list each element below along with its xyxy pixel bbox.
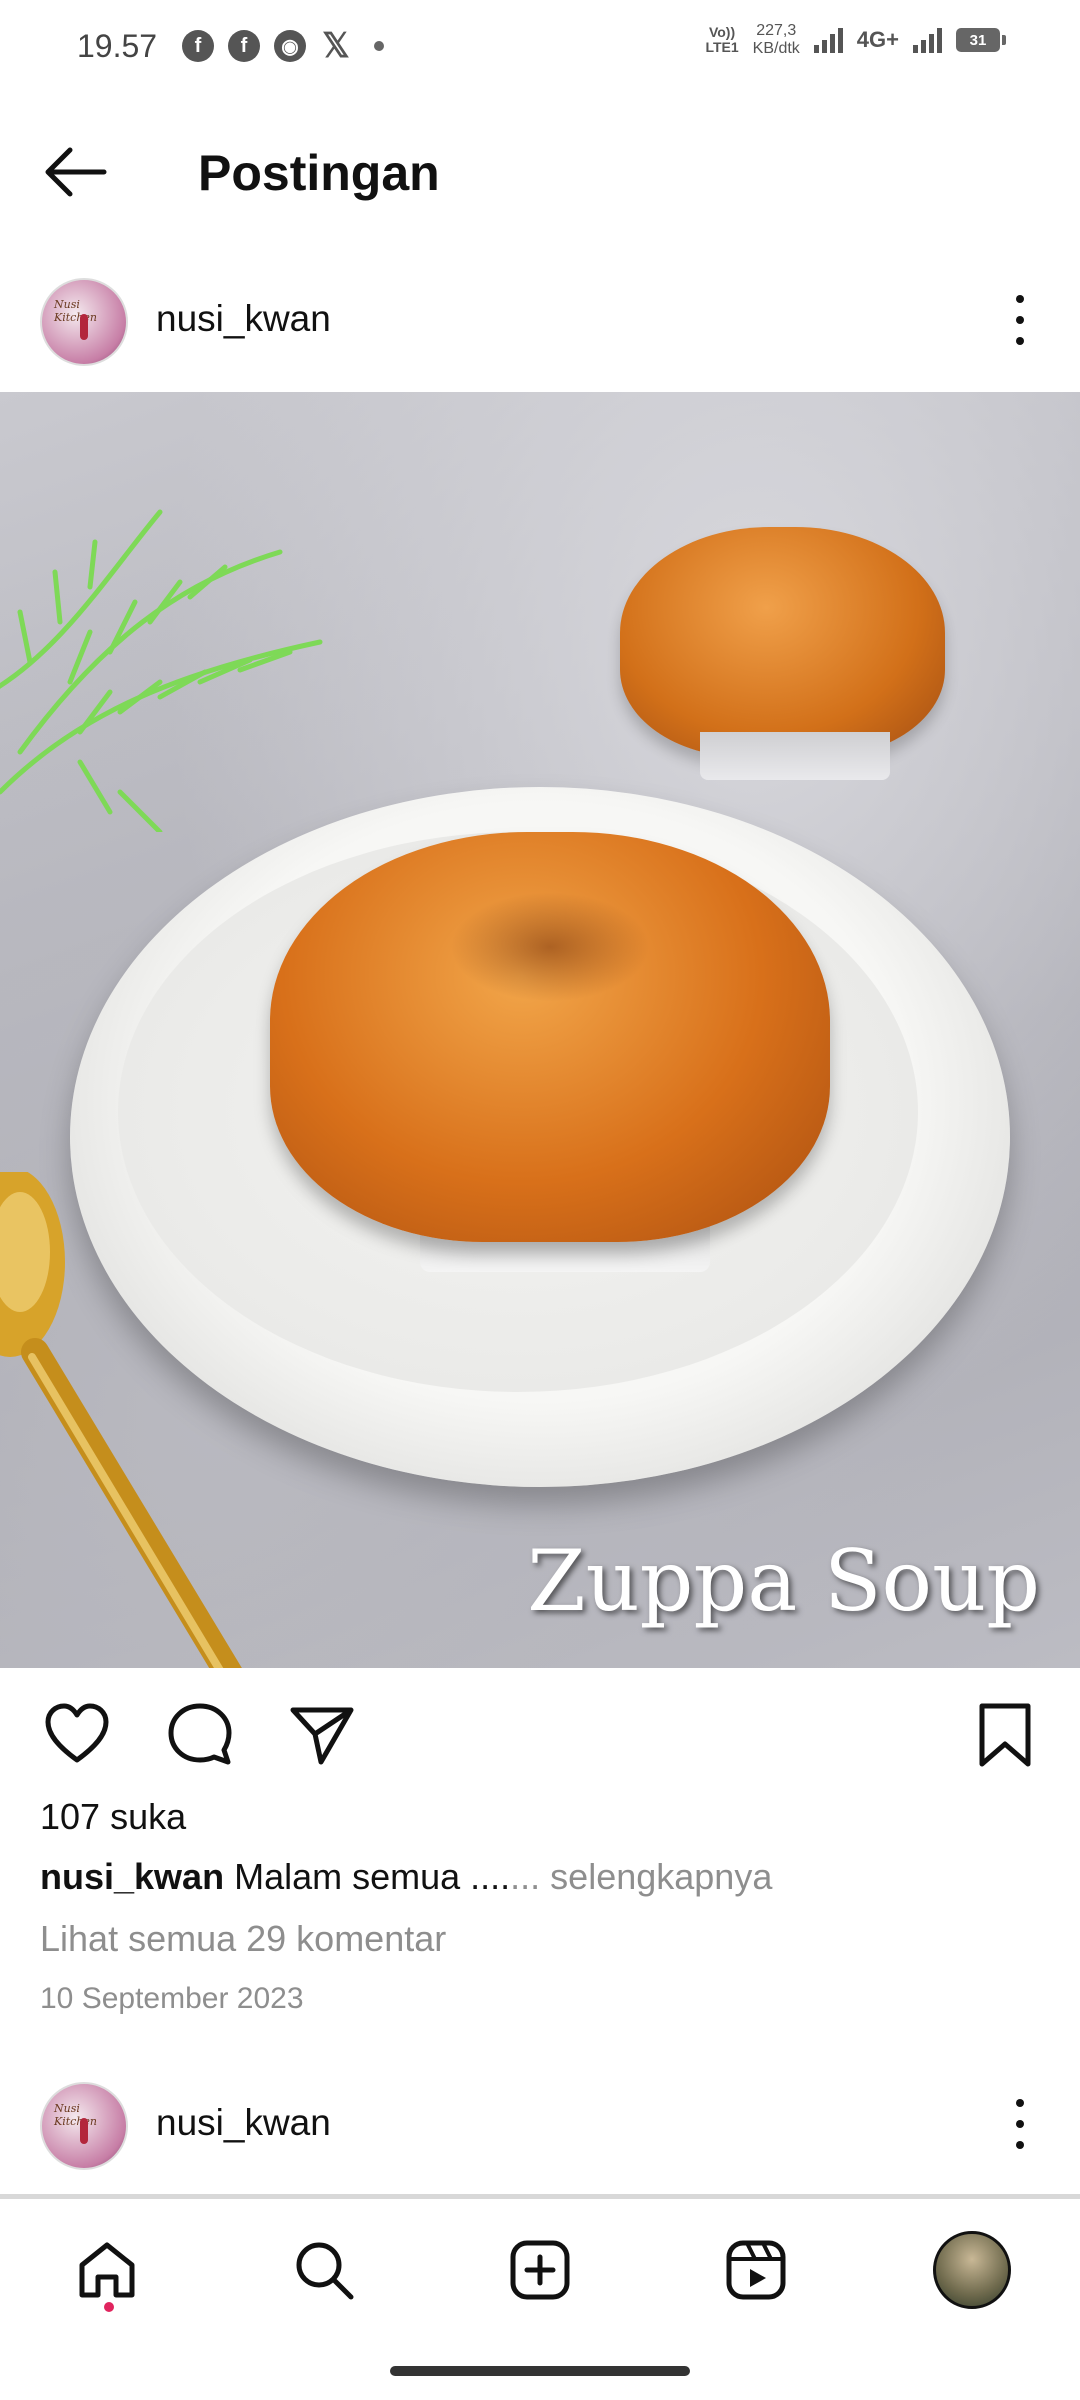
fern-decoration — [0, 509, 323, 832]
gold-spoon — [0, 1172, 242, 1668]
image-caption-text: Zuppa Soup — [527, 1532, 1040, 1630]
nav-divider — [0, 2194, 1080, 2199]
gesture-bar — [390, 2366, 690, 2376]
caption-more-link[interactable]: ... selengkapnya — [510, 1856, 772, 1897]
post-date: 10 September 2023 — [40, 1982, 304, 2015]
system-indicators: Vo)) LTE1 227,3 KB/dtk 4G+ 31 — [705, 22, 1006, 58]
post-username[interactable]: nusi_kwan — [156, 298, 331, 340]
network-type: 4G+ — [856, 27, 899, 52]
bookmark-icon[interactable] — [970, 1700, 1040, 1770]
avatar-logo-text: Nusi Kitchen — [54, 2102, 97, 2128]
notification-dot — [104, 2302, 114, 2312]
top-app-bar: Postingan — [0, 120, 1080, 224]
small-foil-cup — [700, 732, 890, 780]
comment-icon[interactable] — [165, 1700, 235, 1770]
caption-username[interactable]: nusi_kwan — [40, 1856, 224, 1897]
facebook-icon: f — [228, 30, 260, 62]
share-icon[interactable] — [287, 1700, 357, 1770]
more-options-icon[interactable] — [1008, 2092, 1032, 2156]
signal-icon — [913, 27, 942, 53]
x-icon: 𝕏 — [322, 27, 350, 65]
post-actions — [0, 1690, 1080, 1780]
facebook-icon: f — [182, 30, 214, 62]
dot-icon — [374, 41, 384, 51]
network-speed: 227,3 KB/dtk — [752, 22, 800, 57]
reels-icon[interactable] — [716, 2230, 796, 2310]
post-caption: nusi_kwan Malam semua ....... selengkapn… — [40, 1856, 772, 1898]
post-username[interactable]: nusi_kwan — [156, 2102, 331, 2144]
avatar[interactable]: Nusi Kitchen — [40, 278, 128, 366]
caption-text: Malam semua .... — [234, 1856, 511, 1897]
like-count[interactable]: 107 suka — [40, 1796, 186, 1838]
post-header: Nusi Kitchen nusi_kwan — [0, 260, 1080, 380]
post-image[interactable]: Zuppa Soup — [0, 392, 1080, 1668]
notification-icons: f f ◉ 𝕏 — [182, 27, 384, 65]
avatar-figure — [80, 2118, 88, 2144]
search-icon[interactable] — [284, 2230, 364, 2310]
bottom-navigation — [0, 2200, 1080, 2340]
status-time: 19.57 — [77, 28, 158, 64]
avatar-logo-text: Nusi Kitchen — [54, 298, 97, 324]
home-icon[interactable] — [67, 2230, 147, 2310]
compass-icon: ◉ — [274, 30, 306, 62]
battery-icon: 31 — [956, 28, 1006, 52]
signal-icon — [813, 27, 843, 53]
profile-avatar[interactable] — [932, 2230, 1012, 2310]
avatar-figure — [80, 314, 88, 340]
view-comments-link[interactable]: Lihat semua 29 komentar — [40, 1918, 446, 1960]
arrow-left-icon[interactable] — [40, 142, 110, 202]
volte-indicator: Vo)) LTE1 — [705, 24, 739, 55]
more-options-icon[interactable] — [1008, 288, 1032, 352]
status-bar: 19.57 f f ◉ 𝕏 Vo)) LTE1 227,3 KB/dtk 4G+… — [0, 0, 1080, 96]
create-icon[interactable] — [500, 2230, 580, 2310]
zuppa-pastry — [270, 832, 830, 1242]
avatar[interactable]: Nusi Kitchen — [40, 2082, 128, 2170]
next-post-header: Nusi Kitchen nusi_kwan — [0, 2064, 1080, 2184]
heart-icon[interactable] — [42, 1700, 112, 1770]
page-title: Postingan — [198, 145, 440, 201]
small-pastry — [620, 527, 945, 757]
